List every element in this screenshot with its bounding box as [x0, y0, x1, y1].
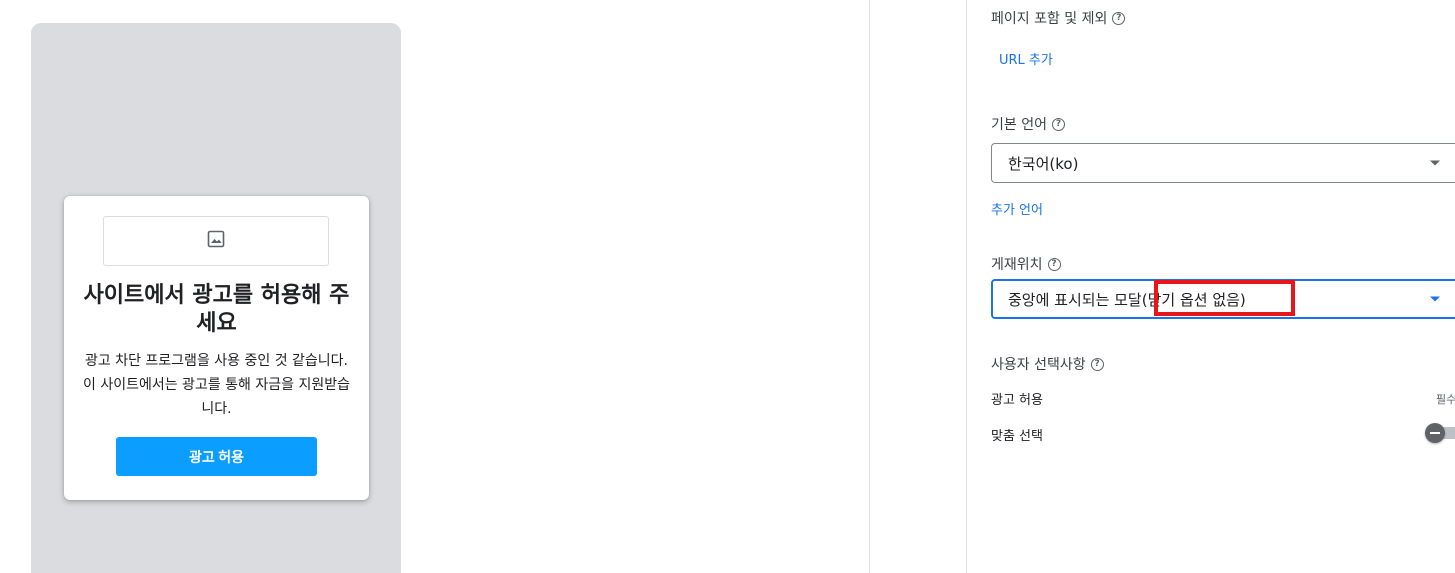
additional-language-link[interactable]: 추가 언어 [991, 199, 1043, 218]
custom-choice-row-label: 맞춤 선택 [991, 429, 1043, 444]
select-value: 한국어(ko) [1008, 154, 1079, 173]
help-icon[interactable]: ? [1047, 257, 1061, 271]
modal-title: 사이트에서 광고를 허용해 주세요 [83, 283, 350, 336]
dropdown-arrow-icon [1430, 296, 1440, 302]
section-label: 페이지 포함 및 제외 [991, 11, 1108, 27]
custom-choice-toggle[interactable] [1425, 423, 1455, 443]
allow-ads-row-label: 광고 허용 [991, 393, 1043, 408]
dropdown-arrow-icon [1430, 160, 1440, 166]
section-label: 사용자 선택사항 [991, 357, 1086, 373]
select-value: 중앙에 표시되는 모달(닫기 옵션 없음) [1008, 290, 1246, 309]
help-icon[interactable]: ? [1051, 117, 1065, 131]
toggle-off-icon [1425, 423, 1445, 443]
placement-select[interactable]: 중앙에 표시되는 모달(닫기 옵션 없음) [991, 279, 1455, 319]
add-url-link[interactable]: URL 추가 [999, 49, 1053, 68]
allow-ads-button[interactable]: 광고 허용 [116, 437, 317, 476]
user-choices-heading: 사용자 선택사항 ? [991, 354, 1104, 374]
adblock-modal: 사이트에서 광고를 허용해 주세요 광고 차단 프로그램을 사용 중인 것 같습… [64, 196, 369, 500]
divider [869, 0, 870, 573]
divider [966, 0, 967, 573]
page: 사이트에서 광고를 허용해 주세요 광고 차단 프로그램을 사용 중인 것 같습… [0, 0, 1455, 573]
required-badge: 필수 [1436, 393, 1455, 406]
section-label: 게재위치 [991, 257, 1043, 273]
modal-body: 광고 차단 프로그램을 사용 중인 것 같습니다. 이 사이트에서는 광고를 통… [83, 353, 350, 417]
image-placeholder-icon [207, 230, 225, 252]
help-icon[interactable]: ? [1090, 357, 1104, 371]
default-language-select[interactable]: 한국어(ko) [991, 143, 1455, 183]
page-include-exclude-heading: 페이지 포함 및 제외 ? [991, 8, 1126, 28]
default-language-heading: 기본 언어 ? [991, 114, 1065, 134]
section-label: 기본 언어 [991, 117, 1047, 133]
help-icon[interactable]: ? [1112, 11, 1126, 25]
placement-heading: 게재위치 ? [991, 254, 1061, 274]
modal-image-placeholder [103, 216, 329, 266]
